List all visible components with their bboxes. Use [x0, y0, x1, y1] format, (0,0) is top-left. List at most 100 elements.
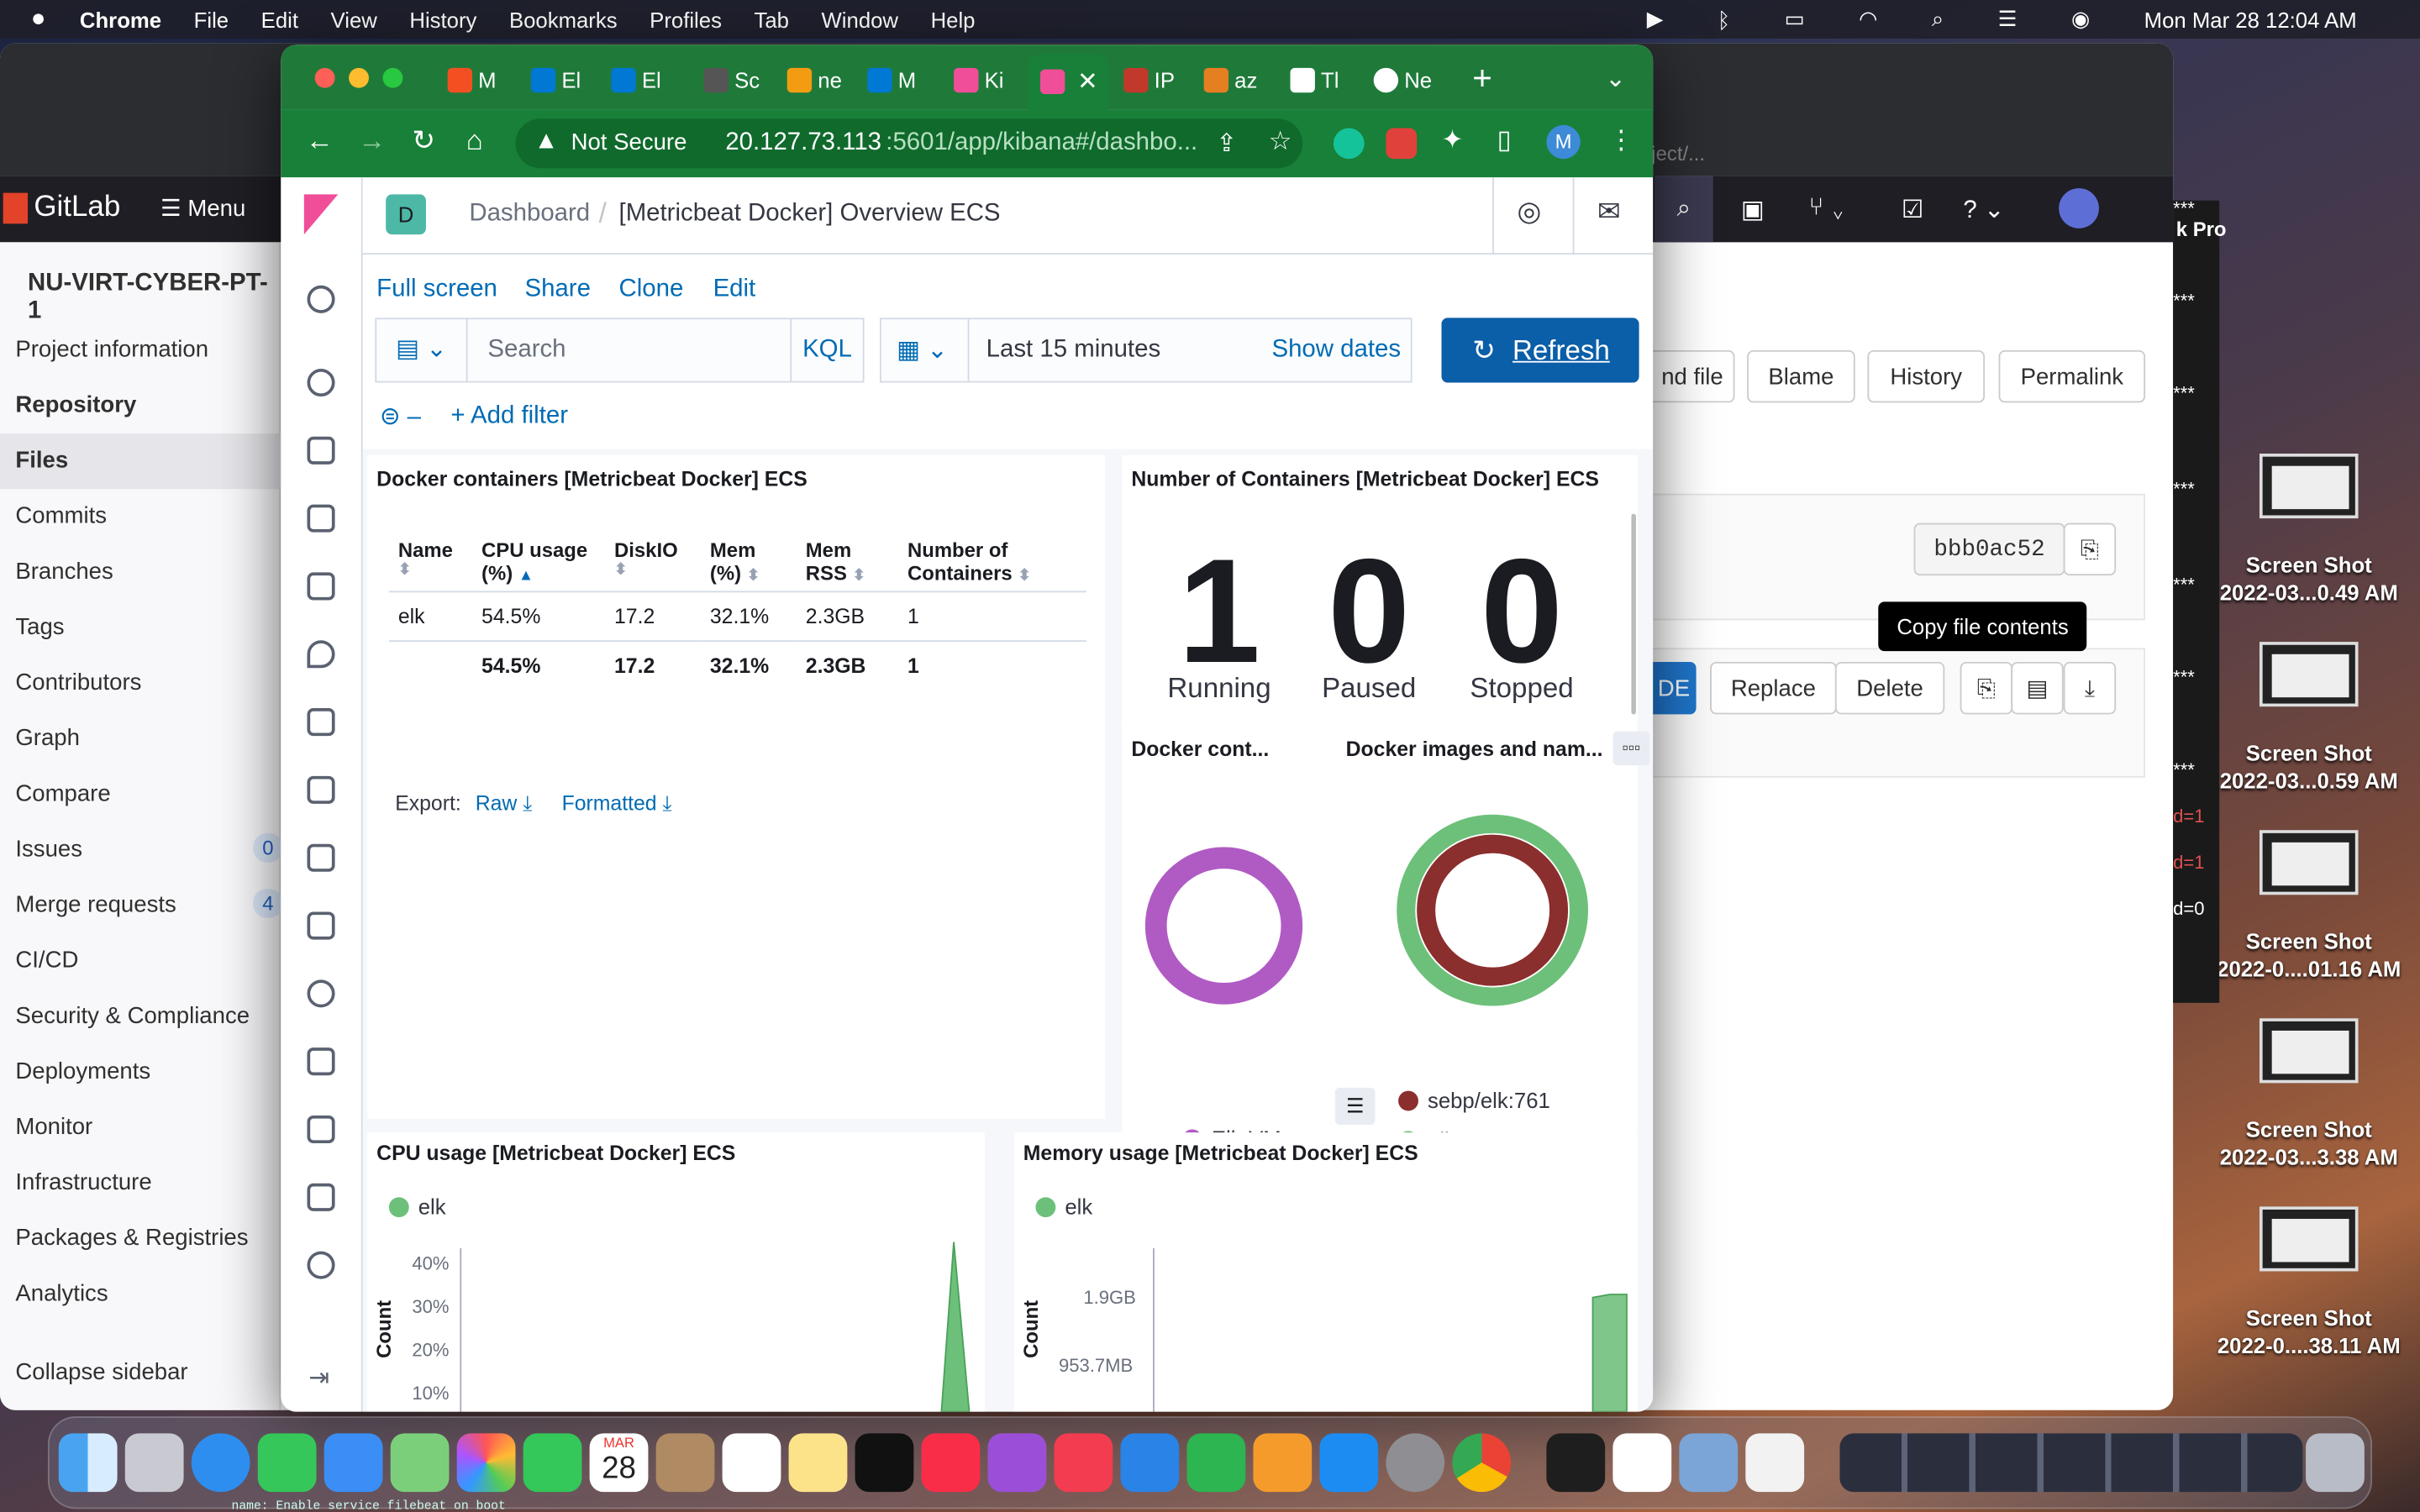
screenshot-caption[interactable]: Screen Shot 2022-03...3.38 AM — [2201, 1116, 2417, 1171]
visualize-icon[interactable] — [307, 436, 335, 465]
profile-avatar[interactable]: M — [1546, 124, 1581, 160]
project-name[interactable]: NU-VIRT-CYBER-PT-1 — [28, 270, 279, 325]
screenshot-thumbnail[interactable] — [2259, 1206, 2359, 1272]
menu-window[interactable]: Window — [822, 7, 898, 31]
browser-tab[interactable]: IP — [1123, 59, 1175, 102]
calendar-icon[interactable]: ▦ ⌄ — [897, 335, 948, 366]
siri-icon[interactable]: ◉ — [2071, 6, 2090, 32]
play-icon[interactable]: ▶ — [1647, 6, 1664, 32]
photos-icon[interactable] — [456, 1433, 516, 1493]
gitlab-logo-icon[interactable] — [3, 192, 29, 224]
sidebar-deployments[interactable]: Deployments — [15, 1058, 150, 1084]
screenshot-thumbnail[interactable] — [2259, 830, 2359, 895]
home-icon[interactable]: ⌂ — [466, 125, 483, 158]
sidebar-packages[interactable]: Packages & Registries — [15, 1225, 248, 1251]
clone-link[interactable]: Clone — [619, 276, 684, 304]
address-bar[interactable]: ▲ Not Secure 20.127.73.113 :5601/app/kib… — [515, 118, 1303, 169]
gitlab-issues-icon[interactable]: ▣ — [1741, 194, 1765, 225]
active-browser-tab[interactable]: ✕ — [1028, 54, 1108, 110]
panel-options-icon[interactable]: ▫▫▫ — [1612, 731, 1650, 766]
news-icon[interactable] — [1054, 1433, 1113, 1493]
battery-icon[interactable]: ▭ — [1785, 6, 1805, 32]
memory-area[interactable] — [1591, 1294, 1628, 1412]
search-input[interactable]: Search — [466, 318, 792, 383]
column-header[interactable]: Mem RSS ⬍ — [797, 533, 898, 592]
dev-tools-icon[interactable] — [307, 1115, 335, 1144]
sidebar-infrastructure[interactable]: Infrastructure — [15, 1169, 151, 1195]
discover-icon[interactable] — [307, 368, 335, 397]
screenshot-caption[interactable]: Screen Shot 2022-03...0.59 AM — [2201, 739, 2417, 795]
infrastructure-icon[interactable] — [307, 775, 335, 804]
uptime-icon[interactable] — [307, 979, 335, 1008]
music-icon[interactable] — [921, 1433, 981, 1493]
date-picker[interactable]: ▦ ⌄ Last 15 minutes Show dates — [879, 318, 1413, 383]
canvas-icon[interactable] — [307, 572, 335, 601]
permalink-button[interactable]: Permalink — [1998, 349, 2146, 403]
cpu-area[interactable] — [940, 1242, 971, 1412]
breadcrumb-dashboard[interactable]: Dashboard — [469, 201, 590, 228]
back-icon[interactable]: ← — [306, 125, 334, 158]
column-header[interactable]: Number of Containers ⬍ — [898, 533, 1086, 592]
legend-item[interactable]: elk — [418, 1194, 446, 1219]
finder-icon[interactable] — [58, 1433, 118, 1493]
sidebar-files[interactable]: Files — [15, 448, 68, 474]
browser-tab[interactable]: az — [1203, 59, 1257, 102]
download-icon[interactable]: ⤓ — [2063, 661, 2117, 715]
open-ide-button[interactable]: DE — [1651, 661, 1697, 715]
reload-icon[interactable]: ↻ — [412, 125, 435, 158]
extensions-icon[interactable]: ✦ — [1442, 125, 1464, 156]
gitlab-search-icon[interactable]: ⌕ — [1654, 176, 1713, 243]
commit-sha[interactable]: bbb0ac52 — [1913, 522, 2065, 576]
filter-options-icon[interactable]: ⊜ – — [380, 402, 421, 433]
sidebar-project-information[interactable]: Project information — [15, 336, 208, 362]
launchpad-icon[interactable] — [124, 1433, 184, 1493]
export-formatted-link[interactable]: Formatted ⤓ — [562, 791, 672, 816]
time-range[interactable]: Last 15 minutes — [986, 336, 1160, 364]
edit-link[interactable]: Edit — [713, 276, 756, 304]
sidebar-monitor[interactable]: Monitor — [15, 1114, 92, 1140]
browser-tab[interactable]: M — [447, 59, 497, 102]
gitlab-avatar[interactable] — [2059, 188, 2099, 228]
donut-slice-inner[interactable] — [1417, 834, 1569, 986]
column-header[interactable]: DiskIO ⬍ — [605, 533, 701, 592]
sidebar-commits[interactable]: Commits — [15, 503, 107, 529]
column-header[interactable]: Mem (%) ⬍ — [701, 533, 797, 592]
add-filter-link[interactable]: + Add filter — [450, 402, 568, 430]
keynote-icon[interactable] — [1120, 1433, 1180, 1493]
wifi-icon[interactable]: ◠ — [1859, 6, 1877, 32]
pages-icon[interactable] — [1253, 1433, 1313, 1493]
maps-icon[interactable] — [390, 1433, 450, 1493]
gitlab-mr-icon[interactable]: ⑂ ⌄ — [1809, 194, 1845, 222]
browser-tab[interactable]: Tl — [1290, 59, 1339, 102]
grammarly-icon[interactable] — [1333, 128, 1365, 160]
apm-icon[interactable] — [307, 911, 335, 940]
legend-toggle-icon[interactable]: ☰ — [1334, 1087, 1376, 1125]
menu-bookmarks[interactable]: Bookmarks — [509, 7, 618, 31]
chrome-menu-icon[interactable]: ⋮ — [1608, 125, 1634, 156]
sidebar-graph[interactable]: Graph — [15, 725, 80, 751]
replace-button[interactable]: Replace — [1710, 661, 1837, 715]
preview-icon[interactable] — [1679, 1433, 1739, 1493]
gitlab-brand[interactable]: GitLab — [34, 192, 120, 225]
share-icon[interactable]: ⇪ — [1216, 128, 1237, 159]
textedit-icon[interactable] — [1745, 1433, 1805, 1493]
sidebar-branches[interactable]: Branches — [15, 559, 113, 585]
browser-tab[interactable]: M — [867, 59, 916, 102]
tab-search-icon[interactable]: ⌄ — [1605, 63, 1626, 94]
panel-scrollbar[interactable] — [1631, 513, 1636, 715]
management-icon[interactable] — [307, 1251, 335, 1279]
menu-app-name[interactable]: Chrome — [80, 7, 161, 31]
dashboard-icon[interactable] — [307, 504, 335, 533]
messages-icon[interactable] — [257, 1433, 317, 1493]
gitlab-todo-icon[interactable]: ☑ — [1902, 194, 1923, 225]
screenshot-caption[interactable]: Screen Shot 2022-03...0.49 AM — [2201, 551, 2417, 606]
sidebar-contributors[interactable]: Contributors — [15, 669, 141, 696]
reminders-icon[interactable] — [722, 1433, 781, 1493]
menu-help[interactable]: Help — [931, 7, 976, 31]
sidebar-repository[interactable]: Repository — [15, 392, 136, 418]
numbers-icon[interactable] — [1186, 1433, 1246, 1493]
sidepanel-icon[interactable]: ▯ — [1497, 125, 1512, 156]
gitlab-menu-button[interactable]: ☰ Menu — [160, 194, 245, 222]
calendar-icon[interactable]: MAR 28 — [589, 1433, 649, 1493]
system-preferences-icon[interactable] — [1386, 1433, 1445, 1493]
